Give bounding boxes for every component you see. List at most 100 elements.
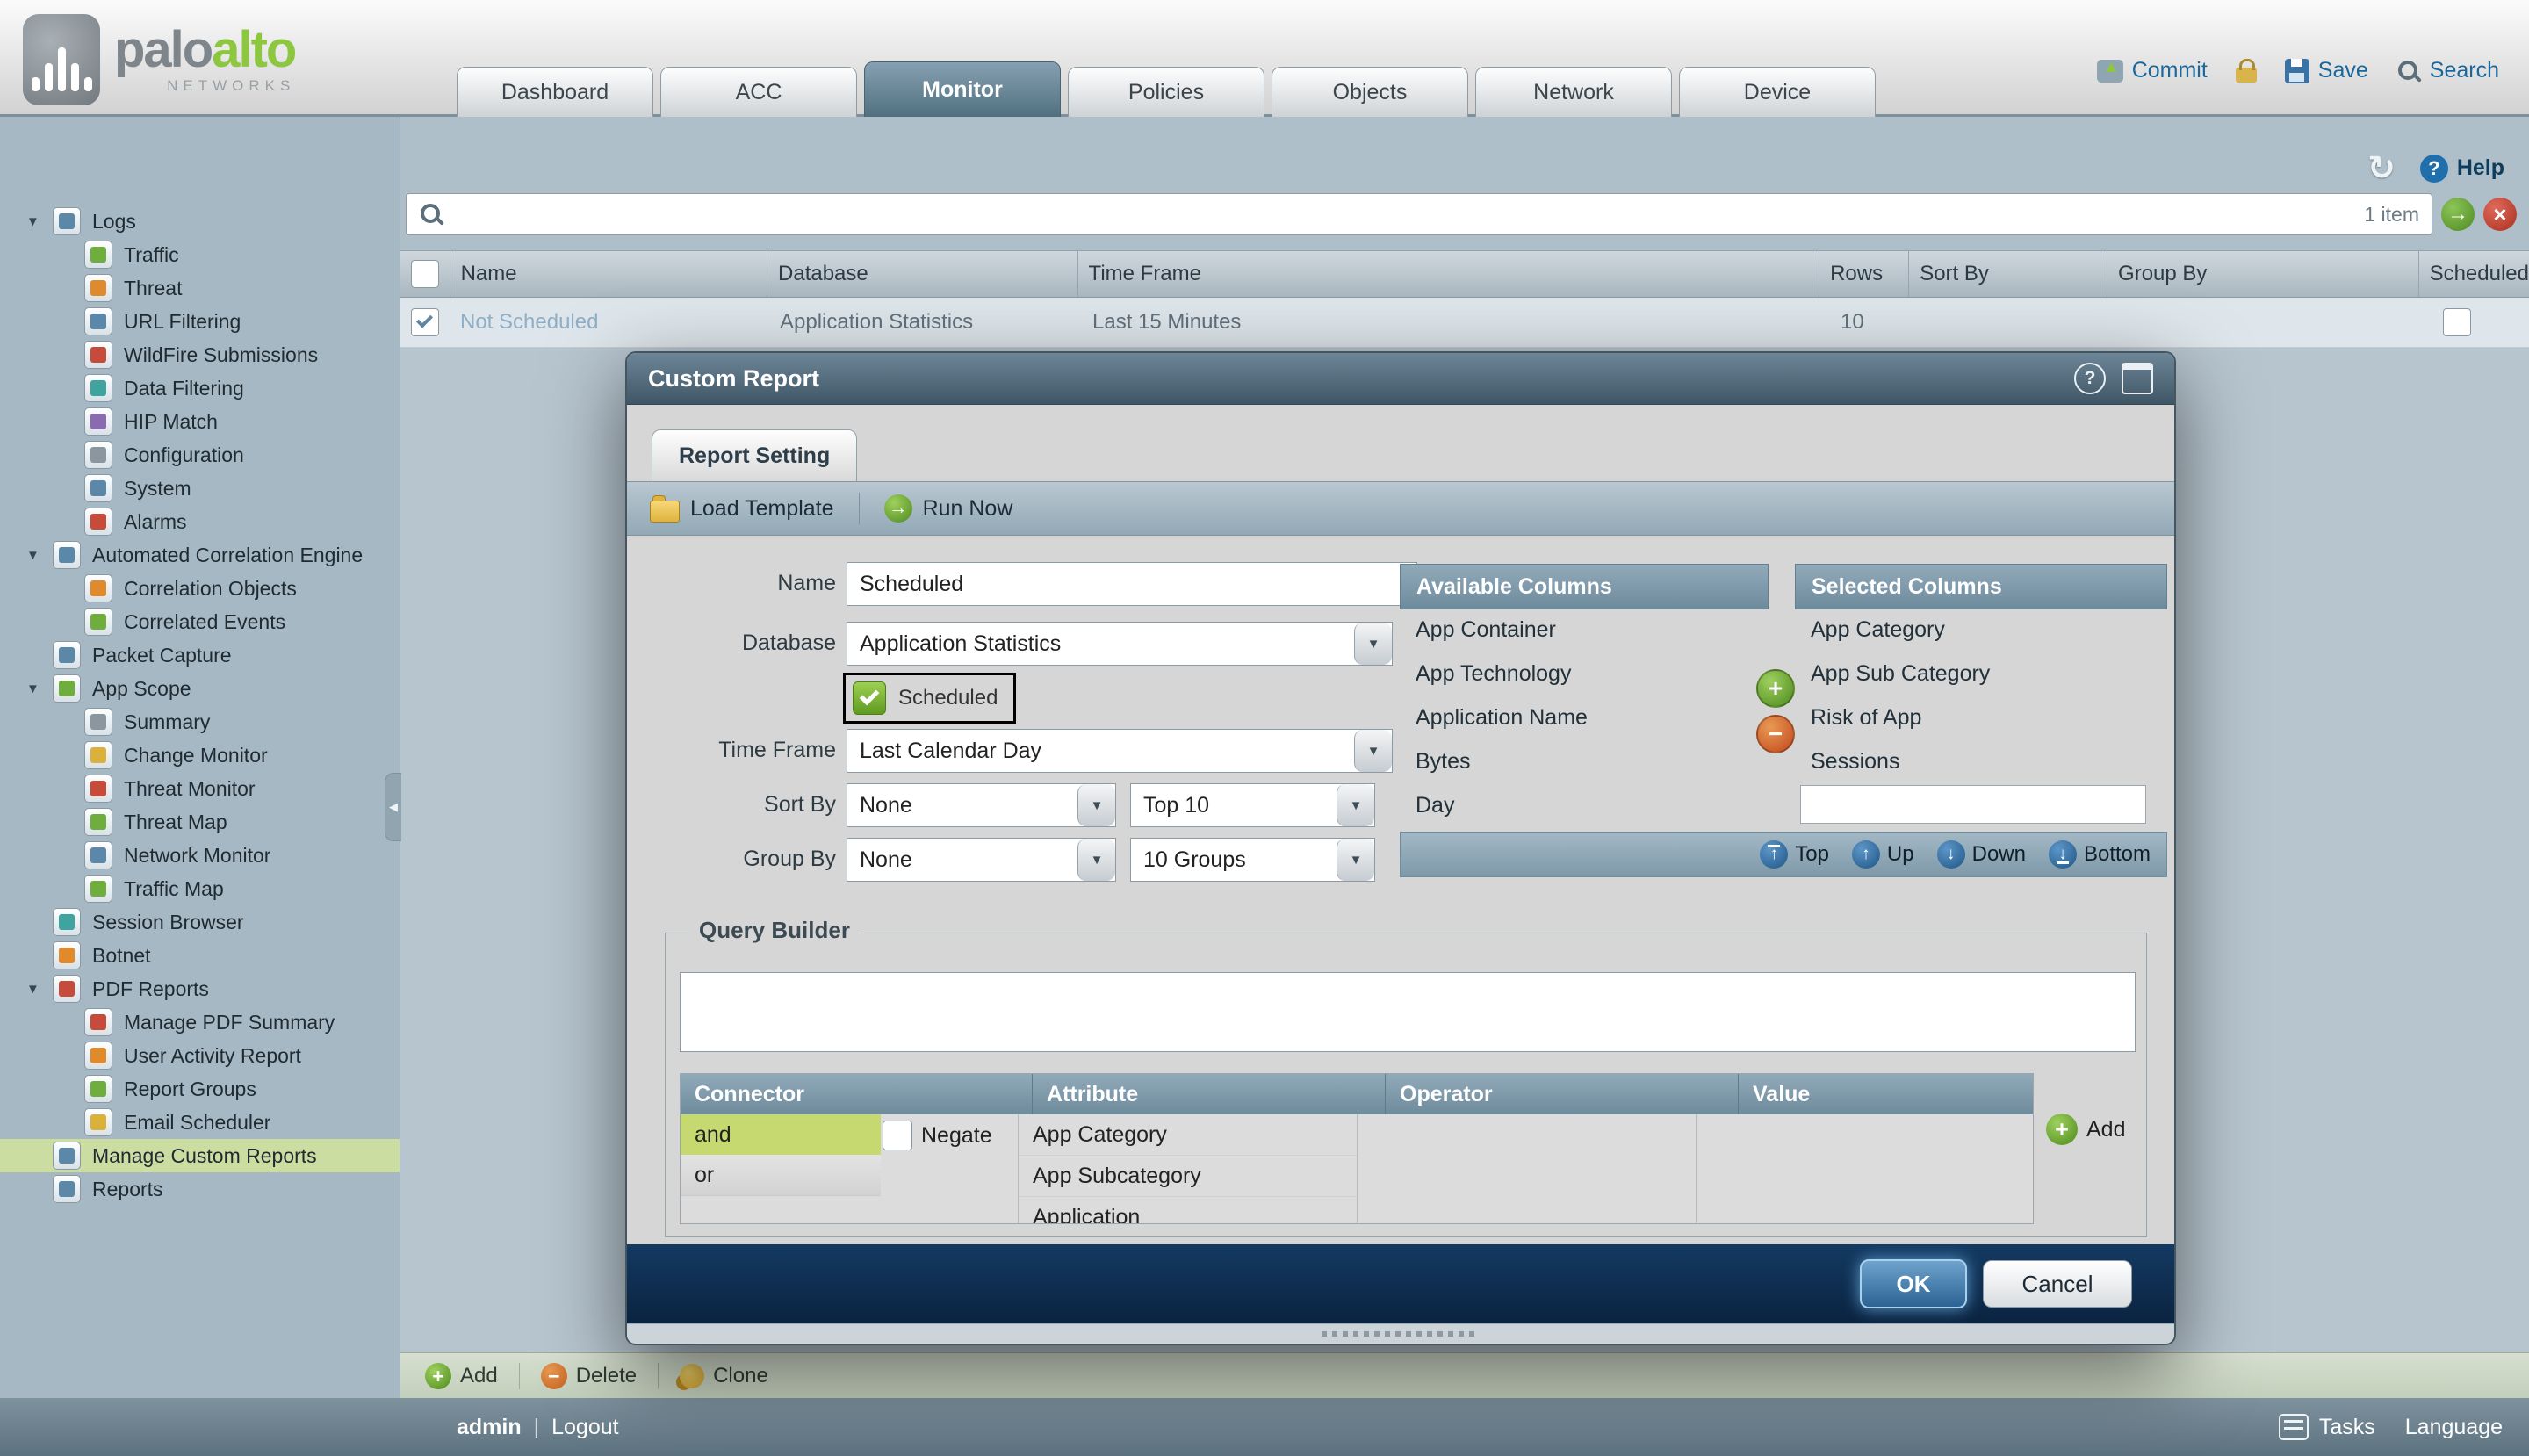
sidebar-item-manage-custom-reports[interactable]: Manage Custom Reports — [0, 1139, 400, 1172]
database-dropdown[interactable]: Application Statistics — [847, 622, 1393, 666]
attribute-option[interactable]: Application — [1019, 1197, 1357, 1224]
select-all-checkbox[interactable] — [411, 260, 439, 288]
load-template-button[interactable]: Load Template — [650, 495, 834, 523]
list-item[interactable]: App Container — [1400, 608, 1751, 652]
tab-device[interactable]: Device — [1679, 67, 1876, 117]
list-item[interactable]: Application Name — [1400, 696, 1751, 739]
sidebar-item-network-monitor[interactable]: Network Monitor — [0, 839, 400, 872]
row-checkbox[interactable] — [411, 308, 439, 336]
column-header-group-by[interactable]: Group By — [2108, 251, 2419, 297]
filter-input[interactable] — [454, 201, 2353, 227]
sidebar-item-reports[interactable]: Reports — [0, 1172, 400, 1206]
sidebar-item-change-monitor[interactable]: Change Monitor — [0, 739, 400, 772]
sidebar-item-logs[interactable]: Logs — [0, 205, 400, 238]
column-header-sort-by[interactable]: Sort By — [1909, 251, 2108, 297]
move-top-button[interactable]: Top — [1760, 840, 1829, 869]
sidebar-item-session-browser[interactable]: Session Browser — [0, 905, 400, 939]
expand-arrow-icon[interactable] — [26, 681, 53, 696]
tab-dashboard[interactable]: Dashboard — [457, 67, 653, 117]
dialog-help-icon[interactable] — [2074, 363, 2106, 394]
connector-and[interactable]: and — [681, 1114, 881, 1156]
column-header-time-frame[interactable]: Time Frame — [1078, 251, 1820, 297]
commit-button[interactable]: Commit — [2097, 58, 2208, 83]
list-item[interactable]: App Sub Category — [1795, 652, 2150, 696]
sidebar-item-botnet[interactable]: Botnet — [0, 939, 400, 972]
sidebar-item-data-filtering[interactable]: Data Filtering — [0, 371, 400, 405]
list-item[interactable]: Day — [1400, 783, 1751, 827]
sidebar-item-traffic[interactable]: Traffic — [0, 238, 400, 271]
list-item[interactable]: App Category — [1795, 608, 2150, 652]
chevron-down-icon[interactable] — [1337, 839, 1374, 881]
run-now-button[interactable]: Run Now — [884, 494, 1013, 523]
dialog-maximize-icon[interactable] — [2122, 363, 2153, 394]
sidebar-item-report-groups[interactable]: Report Groups — [0, 1072, 400, 1106]
chevron-down-icon[interactable] — [1077, 839, 1115, 881]
sidebar-item-user-activity-report[interactable]: User Activity Report — [0, 1039, 400, 1072]
remove-column-button[interactable] — [1756, 715, 1795, 753]
scheduled-checkbox[interactable] — [2443, 308, 2471, 336]
column-header-database[interactable]: Database — [767, 251, 1078, 297]
list-item[interactable]: Risk of App — [1795, 696, 2150, 739]
chevron-down-icon[interactable] — [1354, 623, 1392, 665]
ok-button[interactable]: OK — [1860, 1259, 1967, 1308]
sidebar-item-threat-monitor[interactable]: Threat Monitor — [0, 772, 400, 805]
expand-arrow-icon[interactable] — [26, 982, 53, 997]
attribute-option[interactable]: App Subcategory — [1019, 1156, 1357, 1197]
name-field[interactable] — [847, 562, 1417, 606]
select-all-header[interactable] — [400, 251, 450, 297]
negate-checkbox-group[interactable]: Negate — [883, 1121, 992, 1150]
sidebar-item-wildfire-submissions[interactable]: WildFire Submissions — [0, 338, 400, 371]
connector-or[interactable]: or — [681, 1155, 881, 1196]
scheduled-checkbox-checked[interactable] — [853, 681, 886, 715]
expand-arrow-icon[interactable] — [26, 214, 53, 229]
clear-filter-button[interactable] — [2483, 198, 2517, 231]
chevron-down-icon[interactable] — [1077, 784, 1115, 826]
move-bottom-button[interactable]: Bottom — [2049, 840, 2151, 869]
column-header-rows[interactable]: Rows — [1819, 251, 1909, 297]
dialog-title-bar[interactable]: Custom Report — [627, 353, 2174, 405]
column-header-name[interactable]: Name — [450, 251, 767, 297]
dialog-resize-grip[interactable] — [627, 1323, 2174, 1343]
group-by-limit-dropdown[interactable]: 10 Groups — [1130, 838, 1375, 882]
tab-network[interactable]: Network — [1475, 67, 1672, 117]
scheduled-checkbox-group[interactable]: Scheduled — [843, 673, 1016, 724]
selected-column-edit-box[interactable] — [1800, 785, 2146, 824]
apply-filter-button[interactable] — [2441, 198, 2475, 231]
sidebar-item-threat-map[interactable]: Threat Map — [0, 805, 400, 839]
time-frame-dropdown[interactable]: Last Calendar Day — [847, 729, 1393, 773]
sidebar-collapse-handle[interactable] — [385, 773, 401, 841]
column-header-scheduled[interactable]: Scheduled — [2419, 251, 2529, 297]
sidebar-item-summary[interactable]: Summary — [0, 705, 400, 739]
lock-icon[interactable] — [2236, 68, 2257, 83]
sidebar-item-app-scope[interactable]: App Scope — [0, 672, 400, 705]
sidebar-item-correlation-objects[interactable]: Correlation Objects — [0, 572, 400, 605]
move-down-button[interactable]: Down — [1937, 840, 2026, 869]
sidebar-item-automated-correlation-engine[interactable]: Automated Correlation Engine — [0, 538, 400, 572]
list-item[interactable]: Sessions — [1795, 739, 2150, 783]
table-row[interactable]: Not Scheduled Application Statistics Las… — [400, 298, 2529, 348]
delete-button[interactable]: Delete — [541, 1363, 637, 1389]
sort-by-dropdown[interactable]: None — [847, 783, 1116, 827]
chevron-down-icon[interactable] — [1337, 784, 1374, 826]
refresh-icon[interactable] — [2367, 148, 2396, 188]
sidebar-item-packet-capture[interactable]: Packet Capture — [0, 638, 400, 672]
sidebar-item-system[interactable]: System — [0, 472, 400, 505]
sidebar-item-traffic-map[interactable]: Traffic Map — [0, 872, 400, 905]
logout-link[interactable]: Logout — [551, 1415, 618, 1440]
help-button[interactable]: Help — [2420, 155, 2504, 183]
query-add-button[interactable]: Add — [2046, 1114, 2125, 1145]
save-button[interactable]: Save — [2285, 58, 2368, 83]
sidebar-item-hip-match[interactable]: HIP Match — [0, 405, 400, 438]
sidebar-item-manage-pdf-summary[interactable]: Manage PDF Summary — [0, 1006, 400, 1039]
tab-policies[interactable]: Policies — [1068, 67, 1264, 117]
sidebar-item-correlated-events[interactable]: Correlated Events — [0, 605, 400, 638]
sort-by-limit-dropdown[interactable]: Top 10 — [1130, 783, 1375, 827]
sidebar-item-url-filtering[interactable]: URL Filtering — [0, 305, 400, 338]
sidebar-item-pdf-reports[interactable]: PDF Reports — [0, 972, 400, 1006]
clone-button[interactable]: Clone — [680, 1364, 768, 1388]
list-item[interactable]: Bytes — [1400, 739, 1751, 783]
list-item[interactable]: App Technology — [1400, 652, 1751, 696]
tasks-button[interactable]: Tasks — [2279, 1414, 2375, 1440]
sidebar-item-threat[interactable]: Threat — [0, 271, 400, 305]
query-input[interactable] — [680, 972, 2136, 1052]
